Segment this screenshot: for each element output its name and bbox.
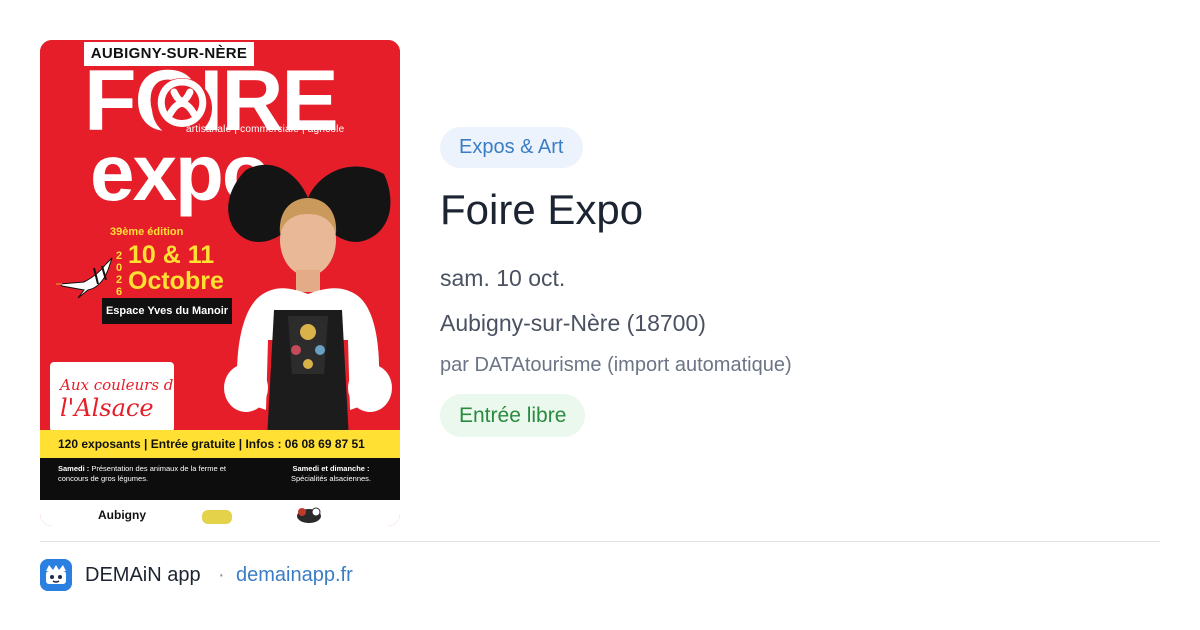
poster-theme-line2: l'Alsace (60, 394, 154, 422)
weekend-text: Spécialités alsaciennes. (290, 474, 372, 483)
footer-divider (40, 541, 1160, 542)
poster-dates: 10 & 11 Octobre (128, 242, 224, 294)
poster-venue: Espace Yves du Manoir (102, 298, 232, 324)
event-poster-image[interactable]: AUBIGNY-SUR-NÈRE FOIRE artisanale | comm… (40, 40, 400, 526)
aubigny-logo: Aubigny (98, 508, 146, 522)
poster-edition: 39ème édition (110, 226, 184, 238)
event-title[interactable]: Foire Expo (440, 184, 643, 236)
poster-date-month: Octobre (128, 267, 224, 295)
app-name: DEMAiN app (85, 564, 201, 586)
app-url-link[interactable]: demainapp.fr (236, 562, 353, 588)
footer-separator: · (218, 564, 225, 586)
sponsor-logo-icon (297, 507, 321, 523)
weekend-title: Samedi et dimanche : (292, 464, 370, 473)
event-location: Aubigny-sur-Nère (18700) (440, 310, 706, 336)
poster-weekend-program: Samedi et dimanche : Spécialités alsacie… (266, 464, 396, 484)
demain-app-icon[interactable] (40, 559, 72, 591)
stork-icon (56, 257, 113, 299)
app-logo-icon (40, 559, 72, 591)
price-badge: Entrée libre (440, 394, 586, 437)
saturday-title: Samedi : (58, 464, 90, 473)
event-date: sam. 10 oct. (440, 265, 566, 291)
category-badge[interactable]: Expos & Art (440, 127, 583, 168)
alsatian-woman-illustration (224, 164, 392, 458)
poster-date-days: 10 & 11 (128, 241, 215, 269)
poster-info-bar: 120 exposants | Entrée gratuite | Infos … (40, 430, 400, 458)
poster-saturday-program: Samedi : Présentation des animaux de la … (58, 464, 228, 484)
poster-theme-line1: Aux couleurs de (60, 376, 183, 394)
sponsor-logo (202, 510, 232, 524)
event-organizer: par DATAtourisme (import automatique) (440, 354, 792, 376)
